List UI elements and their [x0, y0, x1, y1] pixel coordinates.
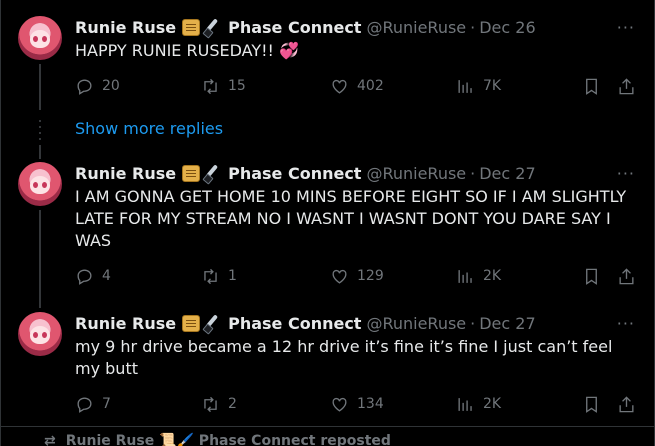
heart-icon [332, 79, 347, 94]
repost-icon [204, 78, 217, 94]
repost-count: 15 [228, 78, 246, 94]
tweet[interactable]: Runie Ruse Phase Connect @RunieRuse · De… [0, 312, 655, 422]
repost-count: 1 [228, 268, 237, 284]
tweet-actions: 7 2 134 2K [75, 392, 640, 416]
reply-icon [77, 396, 92, 413]
views-button[interactable]: 7K [456, 77, 501, 96]
views-count: 7K [483, 78, 502, 94]
tweet-header: Runie Ruse Phase Connect @RunieRuse · De… [75, 162, 536, 184]
paintbrush-emoji-icon [202, 314, 222, 332]
tweet-actions: 20 15 402 7K [75, 74, 640, 98]
scroll-emoji-icon [182, 314, 201, 332]
like-count: 129 [357, 268, 384, 284]
like-button[interactable]: 402 [330, 77, 384, 96]
reply-icon [77, 268, 92, 285]
tweet-date[interactable]: Dec 27 [479, 164, 535, 183]
tweet[interactable]: Runie Ruse Phase Connect @RunieRuse · De… [0, 16, 655, 116]
tweet-text: I AM GONNA GET HOME 10 MINS BEFORE EIGHT… [75, 187, 627, 250]
tweet[interactable]: Runie Ruse Phase Connect @RunieRuse · De… [0, 162, 655, 302]
author-name[interactable]: Runie Ruse [75, 18, 176, 37]
thread-ellipsis [39, 120, 41, 140]
reply-button[interactable]: 20 [75, 77, 120, 96]
author-name[interactable]: Runie Ruse [75, 314, 176, 333]
timeline-divider [0, 426, 655, 427]
paintbrush-emoji-icon [202, 18, 222, 36]
share-icon [619, 267, 634, 284]
like-count: 402 [357, 78, 384, 94]
reply-button[interactable]: 4 [75, 267, 111, 286]
bookmark-button[interactable] [582, 77, 601, 96]
tweet-date[interactable]: Dec 27 [479, 314, 535, 333]
reply-button[interactable]: 7 [75, 395, 111, 414]
author-handle[interactable]: @RunieRuse [366, 164, 466, 183]
like-count: 134 [357, 396, 384, 412]
show-more-replies-link[interactable]: Show more replies [75, 119, 223, 138]
author-name-suffix[interactable]: Phase Connect [228, 314, 361, 333]
scroll-emoji-icon [182, 18, 201, 36]
reply-count: 7 [102, 396, 111, 412]
share-button[interactable] [617, 267, 636, 286]
avatar[interactable] [18, 312, 62, 356]
repost-button[interactable]: 2 [201, 395, 237, 414]
repost-button[interactable]: 1 [201, 267, 237, 286]
tweet-text: my 9 hr drive became a 12 hr drive it’s … [75, 337, 613, 378]
scroll-emoji-icon [182, 164, 201, 182]
tweet-header: Runie Ruse Phase Connect @RunieRuse · De… [75, 16, 536, 38]
bookmark-icon [586, 268, 597, 285]
avatar[interactable] [18, 162, 62, 206]
reposted-banner-text: Runie Ruse 📜🖌️ Phase Connect reposted [65, 433, 391, 446]
tweet-header: Runie Ruse Phase Connect @RunieRuse · De… [75, 312, 536, 334]
paintbrush-emoji-icon [202, 164, 222, 182]
views-icon [458, 79, 472, 93]
bookmark-icon [586, 396, 597, 413]
author-name-suffix[interactable]: Phase Connect [228, 18, 361, 37]
reply-icon [77, 78, 92, 95]
more-icon[interactable]: ··· [617, 18, 635, 37]
separator-dot: · [470, 313, 476, 333]
bookmark-button[interactable] [582, 395, 601, 414]
like-button[interactable]: 129 [330, 267, 384, 286]
author-handle[interactable]: @RunieRuse [366, 18, 466, 37]
reply-count: 4 [102, 268, 111, 284]
views-button[interactable]: 2K [456, 267, 501, 286]
views-count: 2K [483, 396, 502, 412]
more-icon[interactable]: ··· [617, 314, 635, 333]
views-count: 2K [483, 268, 502, 284]
thread-line [39, 145, 41, 159]
tweet-actions: 4 1 129 2K [75, 264, 640, 288]
heart-icon [332, 397, 347, 412]
share-icon [619, 77, 634, 94]
reposted-banner[interactable]: ⇄ Runie Ruse 📜🖌️ Phase Connect reposted [44, 433, 391, 446]
author-handle[interactable]: @RunieRuse [366, 314, 466, 333]
views-button[interactable]: 2K [456, 395, 501, 414]
views-icon [458, 269, 472, 283]
more-icon[interactable]: ··· [617, 164, 635, 183]
author-name-suffix[interactable]: Phase Connect [228, 164, 361, 183]
avatar[interactable] [18, 16, 62, 60]
repost-indicator-icon: ⇄ [44, 433, 56, 446]
repost-icon [204, 396, 217, 412]
like-button[interactable]: 134 [330, 395, 384, 414]
tweet-date[interactable]: Dec 26 [479, 18, 535, 37]
bookmark-button[interactable] [582, 267, 601, 286]
repost-button[interactable]: 15 [201, 77, 246, 96]
share-button[interactable] [617, 77, 636, 96]
bookmark-icon [586, 78, 597, 95]
author-name[interactable]: Runie Ruse [75, 164, 176, 183]
share-icon [619, 395, 634, 412]
views-icon [458, 397, 472, 411]
tweet-text: HAPPY RUNIE RUSEDAY!! 💞 [75, 41, 299, 60]
heart-icon [332, 269, 347, 284]
separator-dot: · [470, 163, 476, 183]
repost-count: 2 [228, 396, 237, 412]
separator-dot: · [470, 17, 476, 37]
repost-icon [204, 268, 217, 284]
share-button[interactable] [617, 395, 636, 414]
reply-count: 20 [102, 78, 120, 94]
